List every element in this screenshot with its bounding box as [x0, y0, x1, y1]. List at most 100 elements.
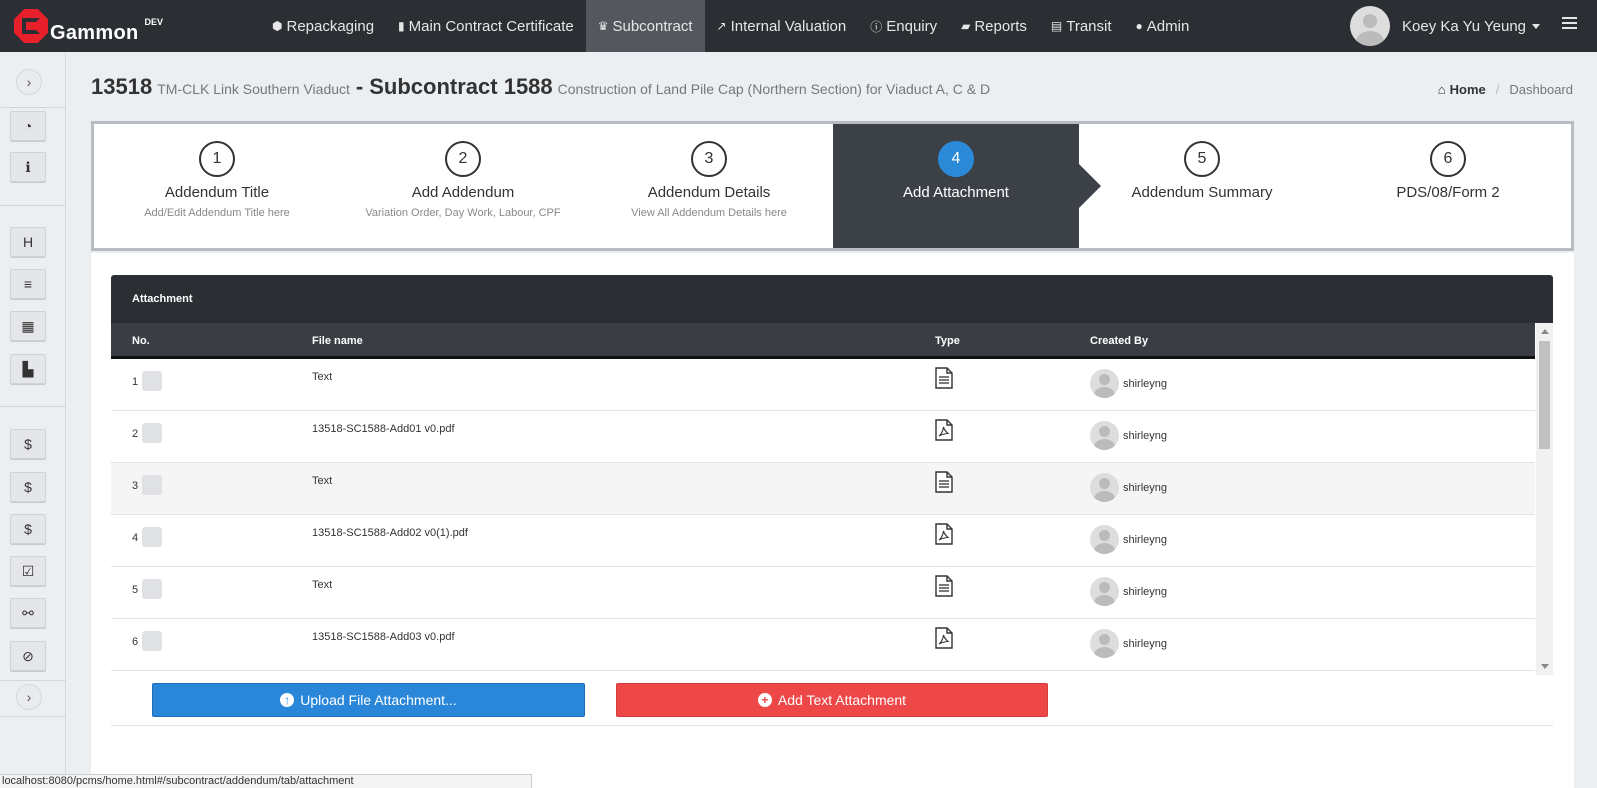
row-number: 4 — [132, 532, 139, 544]
nav-label: Repackaging — [286, 17, 375, 35]
table-row[interactable]: 4 13518-SC1588-Add02 v0(1).pdf shirleyng — [111, 515, 1535, 567]
hamburger-menu-icon[interactable] — [1562, 17, 1577, 32]
sidebar-dollar-icon[interactable]: $ — [10, 514, 46, 544]
sidebar-info-icon[interactable]: ℹ — [10, 152, 46, 182]
bookmark-icon: ▮ — [398, 19, 405, 33]
sidebar-divider — [0, 406, 66, 407]
nav-enquiry[interactable]: ⓘ Enquiry — [858, 0, 949, 52]
sidebar-divider — [0, 107, 66, 108]
text-file-icon[interactable] — [935, 471, 953, 493]
row-checkbox[interactable] — [142, 631, 162, 651]
wizard-step-3[interactable]: 3 Addendum Details View All Addendum Detai… — [586, 124, 832, 248]
row-checkbox[interactable] — [142, 527, 162, 547]
expand-sidebar-icon[interactable]: › — [16, 69, 42, 95]
expand-sidebar-icon[interactable]: › — [16, 684, 42, 710]
pdf-file-icon[interactable] — [935, 419, 953, 441]
nav-internal-valuation[interactable]: ↗ Internal Valuation — [705, 0, 859, 52]
file-name[interactable]: Text — [312, 475, 332, 487]
sidebar-dollar-icon[interactable]: $ — [10, 429, 46, 459]
nav-main-contract-certificate[interactable]: ▮ Main Contract Certificate — [386, 0, 586, 52]
sidebar-file-icon[interactable]: ▙ — [10, 354, 46, 384]
sidebar-unlink-icon[interactable]: ⚯ — [10, 598, 46, 628]
wizard-step-5[interactable]: 5 Addendum Summary — [1079, 124, 1325, 248]
book-icon: ▰ — [961, 19, 971, 33]
wizard-step-4[interactable]: 4 Add Attachment — [833, 124, 1101, 248]
sidebar-calendar-icon[interactable]: ▦ — [10, 311, 46, 341]
table-row[interactable]: 5 Text shirleyng — [111, 567, 1535, 619]
browser-status-url: localhost:8080/pcms/home.html#/subcontra… — [0, 774, 532, 788]
nav-label: Admin — [1146, 17, 1190, 35]
table-row[interactable]: 3 Text shirleyng — [111, 463, 1535, 515]
wizard-step-2[interactable]: 2 Add Addendum Variation Order, Day Work, … — [340, 124, 586, 248]
pdf-file-icon[interactable] — [935, 627, 953, 649]
creator-avatar — [1090, 473, 1119, 502]
sidebar-ban-icon[interactable]: ⊘ — [10, 641, 46, 671]
creator-avatar — [1090, 525, 1119, 554]
home-icon: ⌂ — [1437, 82, 1446, 97]
table-row[interactable]: 6 13518-SC1588-Add03 v0.pdf shirleyng — [111, 619, 1535, 671]
sidebar-dollar-icon[interactable]: $ — [10, 472, 46, 502]
file-name[interactable]: Text — [312, 579, 332, 591]
row-number: 5 — [132, 584, 139, 596]
add-text-button-label: Add Text Attachment — [777, 692, 907, 708]
job-number: 13518 — [91, 74, 153, 99]
trophy-icon: ♛ — [597, 19, 609, 33]
user-menu[interactable]: Koey Ka Yu Yeung — [1350, 3, 1541, 49]
add-text-attachment-button[interactable]: + Add Text Attachment — [616, 683, 1048, 717]
table-row[interactable]: 2 13518-SC1588-Add01 v0.pdf shirleyng — [111, 411, 1535, 463]
wizard-step-6[interactable]: 6 PDS/08/Form 2 — [1325, 124, 1571, 248]
upload-icon: ↑ — [280, 693, 295, 707]
nav-reports[interactable]: ▰ Reports — [949, 0, 1039, 52]
subcontract-description: Construction of Land Pile Cap (Northern … — [557, 81, 991, 97]
creator-avatar — [1090, 421, 1119, 450]
file-name[interactable]: 13518-SC1588-Add02 v0(1).pdf — [312, 527, 468, 539]
sidebar-header-icon[interactable]: H — [10, 227, 46, 257]
row-number: 2 — [132, 428, 139, 440]
row-checkbox[interactable] — [142, 475, 162, 495]
col-type[interactable]: Type — [935, 335, 960, 347]
wizard-step-1[interactable]: 1 Addendum Title Add/Edit Addendum Title h… — [94, 124, 340, 248]
row-checkbox[interactable] — [142, 423, 162, 443]
row-checkbox[interactable] — [142, 371, 162, 391]
col-file-name[interactable]: File name — [312, 335, 363, 347]
step-number: 1 — [199, 141, 235, 177]
row-checkbox[interactable] — [142, 579, 162, 599]
col-no[interactable]: No. — [132, 335, 150, 347]
file-name[interactable]: 13518-SC1588-Add03 v0.pdf — [312, 631, 455, 643]
table-scrollbar[interactable] — [1536, 323, 1553, 675]
nav-subcontract[interactable]: ♛ Subcontract — [585, 0, 705, 52]
created-by: shirleyng — [1123, 534, 1168, 546]
creator-avatar — [1090, 577, 1119, 606]
created-by: shirleyng — [1123, 430, 1168, 442]
user-avatar — [1350, 6, 1390, 46]
job-name: TM-CLK Link Southern Viaduct — [157, 81, 350, 97]
text-file-icon[interactable] — [935, 575, 953, 597]
breadcrumb-home[interactable]: Home — [1450, 82, 1486, 97]
nav-repackaging[interactable]: ⬢ Repackaging — [260, 0, 386, 52]
sidebar-list-icon[interactable]: ≡ — [10, 269, 46, 299]
creator-avatar — [1090, 629, 1119, 658]
brand-logo[interactable]: Gammon DEV — [14, 9, 163, 45]
col-created-by[interactable]: Created By — [1090, 335, 1148, 347]
sidebar-dashboard-icon[interactable]: ◔ — [10, 111, 46, 141]
file-name[interactable]: Text — [312, 371, 332, 383]
attachment-table: No. File name Type Created By 1 Text shirl… — [111, 323, 1553, 675]
scroll-down-arrow-icon[interactable] — [1541, 664, 1549, 669]
nav-transit[interactable]: ▤ Transit — [1039, 0, 1124, 52]
info-icon: ⓘ — [870, 19, 883, 34]
cube-icon: ⬢ — [272, 19, 283, 33]
scroll-up-arrow-icon[interactable] — [1541, 329, 1549, 334]
nav-label: Subcontract — [612, 17, 693, 35]
text-file-icon[interactable] — [935, 367, 953, 389]
table-row[interactable]: 1 Text shirleyng — [111, 359, 1535, 411]
scrollbar-thumb[interactable] — [1539, 341, 1550, 449]
pdf-file-icon[interactable] — [935, 523, 953, 545]
table-body: 1 Text shirleyng 2 13518-SC1588-Add01 v0.pdf… — [111, 359, 1553, 674]
user-icon: ● — [1135, 19, 1143, 33]
file-name[interactable]: 13518-SC1588-Add01 v0.pdf — [312, 423, 455, 435]
nav-label: Transit — [1066, 17, 1112, 35]
upload-file-attachment-button[interactable]: ↑ Upload File Attachment... — [152, 683, 585, 717]
sidebar-check-square-icon[interactable]: ☑ — [10, 556, 46, 586]
table-header: No. File name Type Created By — [111, 323, 1535, 359]
nav-admin[interactable]: ● Admin — [1124, 0, 1202, 52]
